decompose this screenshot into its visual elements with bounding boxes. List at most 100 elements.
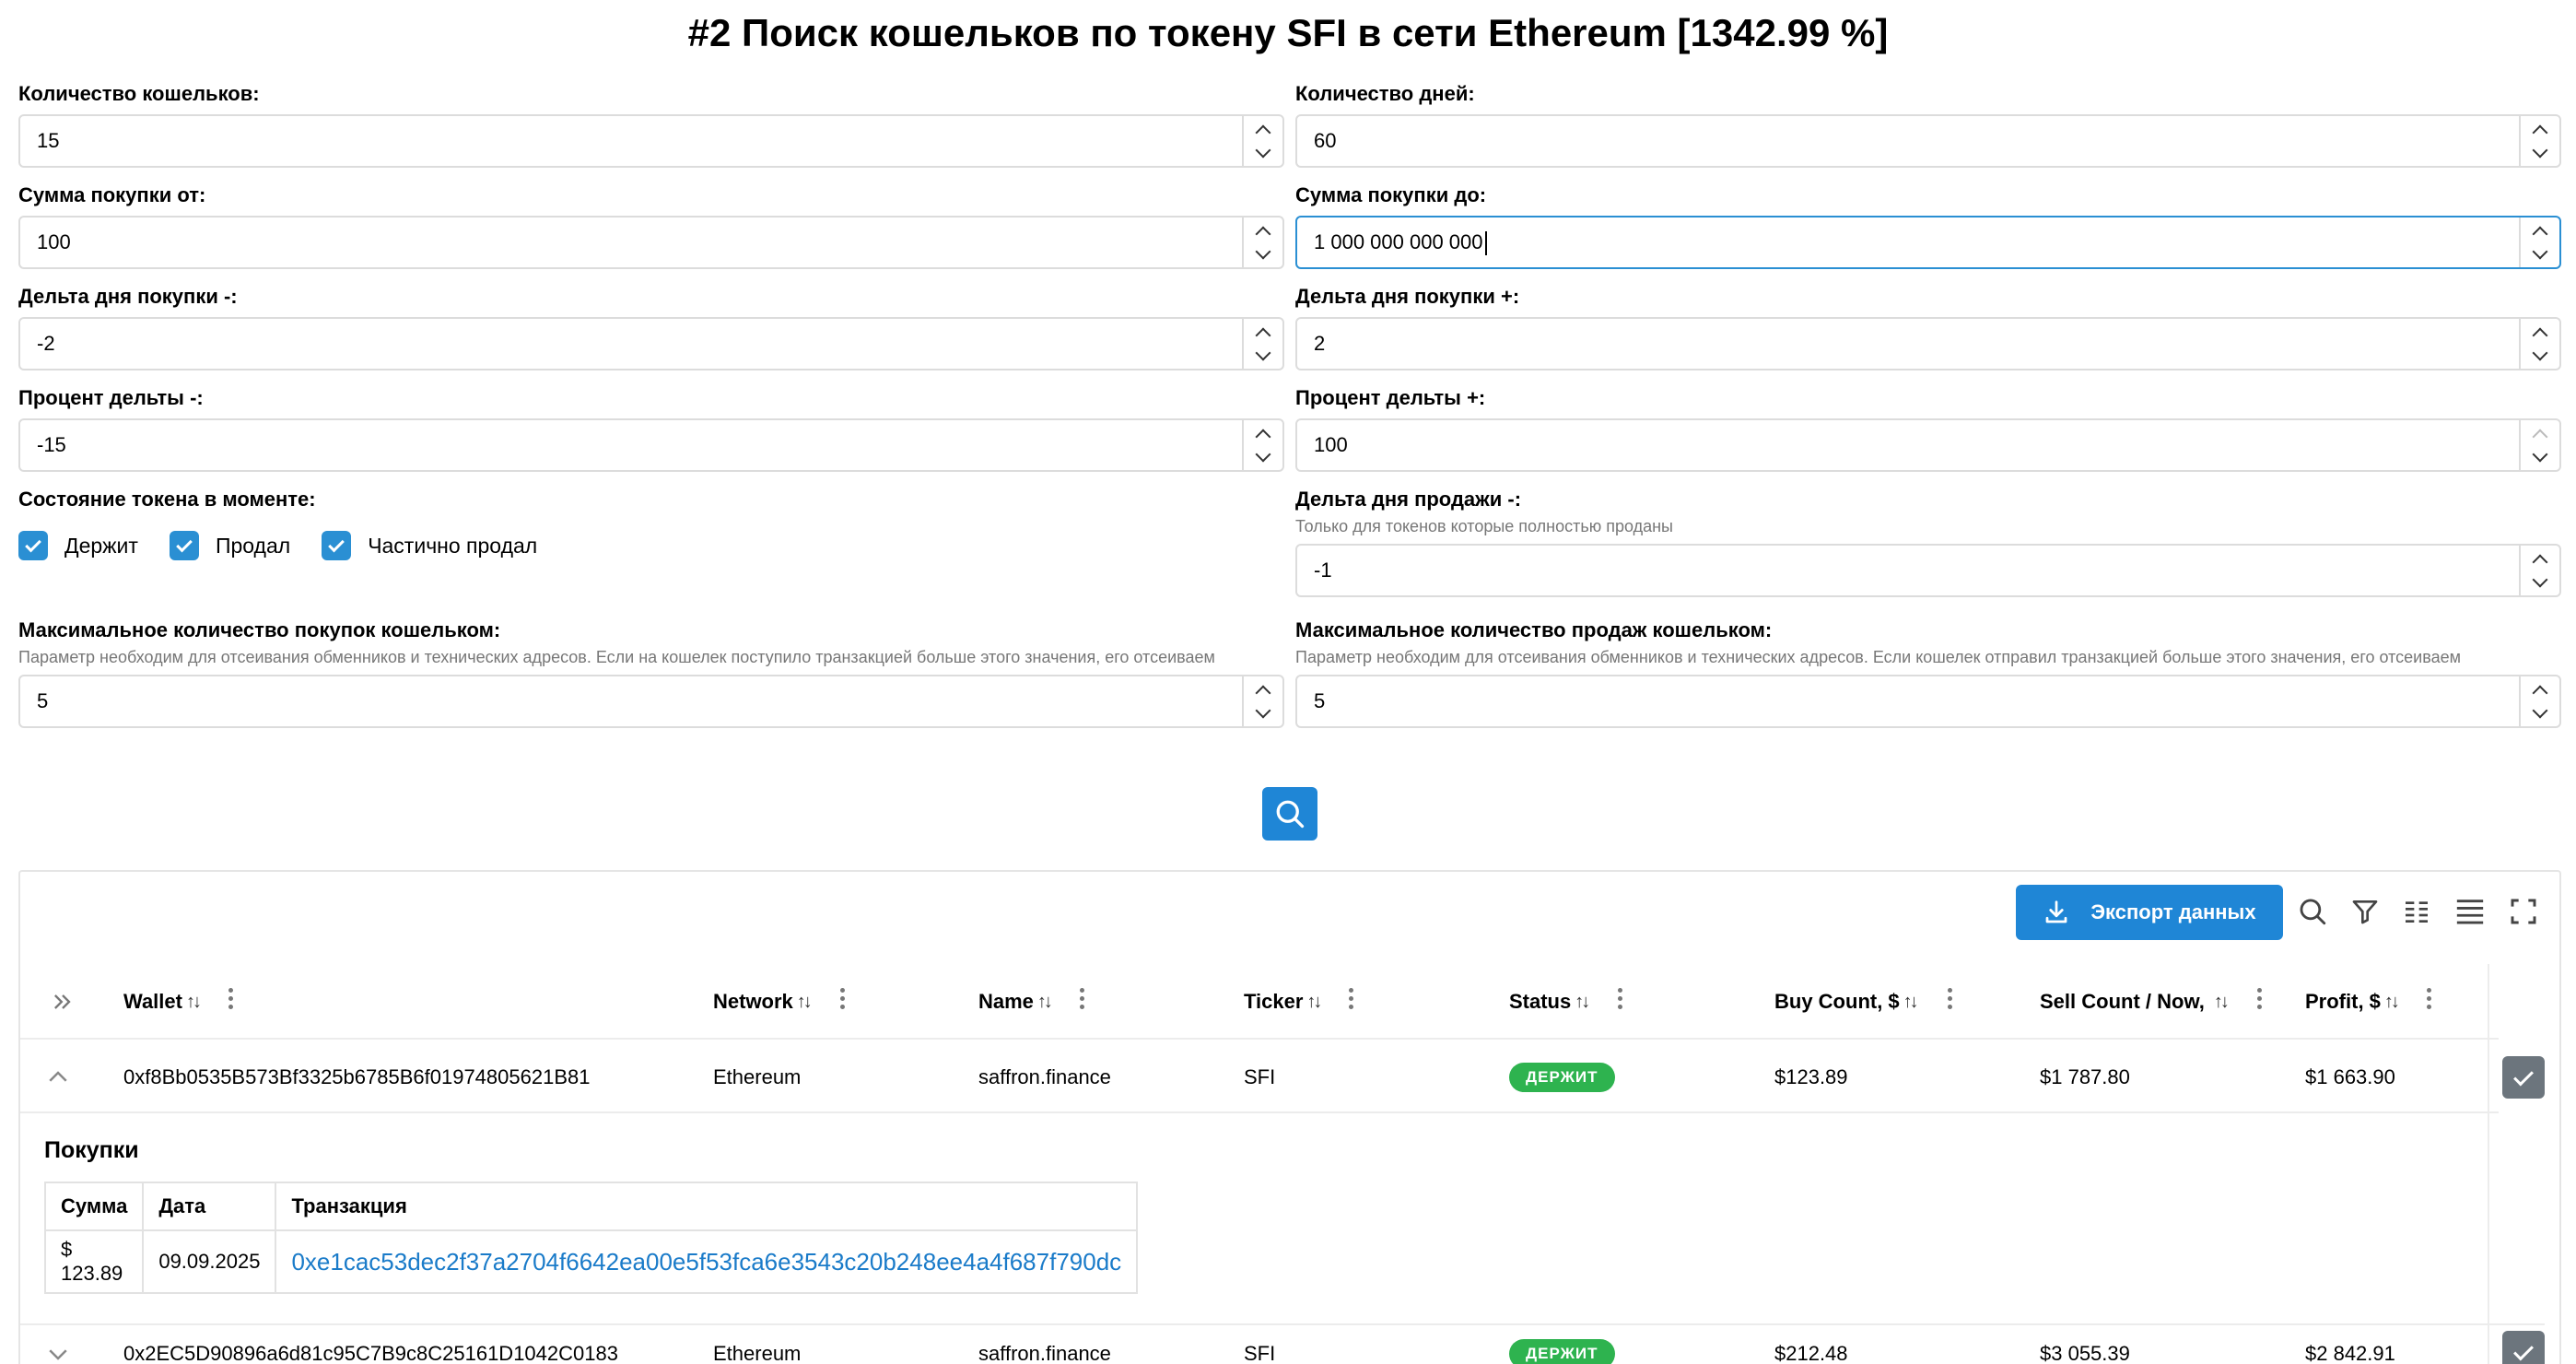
- increment-button[interactable]: [2521, 116, 2559, 141]
- chevron-up-icon: [2532, 554, 2548, 570]
- column-profit[interactable]: Profit, $ ↑↓: [2305, 964, 2400, 1040]
- decrement-button[interactable]: [2521, 242, 2559, 267]
- results-table: Экспорт данных Wallet ↑↓ Network ↑↓ Name ↑↓…: [18, 870, 2561, 1364]
- decrement-button[interactable]: [2521, 570, 2559, 595]
- row-select-checkbox[interactable]: [2502, 1331, 2545, 1364]
- sort-icon[interactable]: ↑↓: [1903, 992, 1919, 1013]
- collapse-row-button[interactable]: [44, 1041, 72, 1113]
- column-menu-icon[interactable]: [840, 988, 845, 1009]
- search-button[interactable]: [1262, 787, 1317, 841]
- expand-all-button[interactable]: [50, 964, 76, 1040]
- sort-icon[interactable]: ↑↓: [797, 992, 813, 1013]
- column-menu-icon[interactable]: [2257, 988, 2262, 1009]
- increment-button[interactable]: [2521, 218, 2559, 242]
- column-menu-icon[interactable]: [1948, 988, 1952, 1009]
- checkbox-sold-box[interactable]: [169, 531, 199, 560]
- sort-icon[interactable]: ↑↓: [1575, 992, 1590, 1013]
- check-icon: [2513, 1065, 2534, 1086]
- fullscreen-button[interactable]: [2504, 892, 2543, 931]
- checkbox-partial[interactable]: Частично продал: [322, 531, 537, 560]
- pct-delta-plus-field: Процент дельты +: 100: [1295, 385, 2561, 472]
- days-count-input[interactable]: 60: [1295, 114, 2561, 168]
- checkbox-hold[interactable]: Держит: [18, 531, 138, 560]
- increment-button[interactable]: [1244, 116, 1282, 141]
- wallet-count-input[interactable]: 15: [18, 114, 1284, 168]
- buy-to-field: Сумма покупки до: 1 000 000 000 000: [1295, 182, 2561, 269]
- buy-from-label: Сумма покупки от:: [18, 183, 206, 206]
- increment-button[interactable]: [1244, 676, 1282, 701]
- decrement-button[interactable]: [2521, 445, 2559, 470]
- decrement-button[interactable]: [1244, 242, 1282, 267]
- column-status-label: Status: [1509, 990, 1572, 1013]
- decrement-button[interactable]: [2521, 701, 2559, 726]
- status-badge: ДЕРЖИТ: [1509, 1063, 1615, 1092]
- column-ticker[interactable]: Ticker ↑↓: [1244, 964, 1322, 1040]
- pct-delta-plus-input[interactable]: 100: [1295, 418, 2561, 472]
- buy-to-value: 1 000 000 000 000: [1314, 230, 1483, 253]
- purchases-col-date: Дата: [142, 1182, 277, 1231]
- increment-button[interactable]: [2521, 676, 2559, 701]
- sort-icon[interactable]: ↑↓: [2384, 992, 2400, 1013]
- network-cell: Ethereum: [713, 1065, 802, 1088]
- decrement-button[interactable]: [1244, 445, 1282, 470]
- max-buys-hint: Параметр необходим для отсеивания обменн…: [18, 648, 1215, 666]
- buy-delta-plus-input[interactable]: 2: [1295, 317, 2561, 370]
- network-cell: Ethereum: [713, 1342, 802, 1364]
- buy-from-value: 100: [37, 230, 71, 253]
- column-sell-count[interactable]: Sell Count / Now, ↑↓: [2040, 964, 2230, 1040]
- column-menu-icon[interactable]: [2427, 988, 2431, 1009]
- column-menu-icon[interactable]: [1349, 988, 1353, 1009]
- increment-button[interactable]: [2521, 546, 2559, 570]
- chevron-down-icon: [2532, 446, 2548, 462]
- sort-icon[interactable]: ↑↓: [2214, 992, 2230, 1013]
- sort-icon[interactable]: ↑↓: [186, 992, 202, 1013]
- increment-button[interactable]: [1244, 218, 1282, 242]
- max-sells-input[interactable]: 5: [1295, 675, 2561, 728]
- density-button[interactable]: [2451, 892, 2489, 931]
- expand-row-button[interactable]: [44, 1318, 72, 1364]
- column-menu-icon[interactable]: [228, 988, 233, 1009]
- max-buys-input[interactable]: 5: [18, 675, 1284, 728]
- table-row[interactable]: 0x2EC5D90896a6d81c95C7B9c8C25161D1042C01…: [20, 1318, 2499, 1364]
- sort-icon[interactable]: ↑↓: [1037, 992, 1053, 1013]
- buy-delta-plus-label: Дельта дня покупки +:: [1295, 285, 1520, 308]
- sell-delta-minus-input[interactable]: -1: [1295, 544, 2561, 597]
- transaction-link[interactable]: 0xe1cac53dec2f37a2704f6642ea00e5f53fca6e…: [291, 1248, 1121, 1276]
- increment-button[interactable]: [2521, 420, 2559, 445]
- sort-icon[interactable]: ↑↓: [1306, 992, 1322, 1013]
- column-buy-count[interactable]: Buy Count, $ ↑↓: [1774, 964, 1919, 1040]
- decrement-button[interactable]: [1244, 701, 1282, 726]
- increment-button[interactable]: [1244, 420, 1282, 445]
- pct-delta-minus-input[interactable]: -15: [18, 418, 1284, 472]
- wallet-count-spinner: [1242, 116, 1282, 166]
- column-wallet[interactable]: Wallet ↑↓: [123, 964, 202, 1040]
- row-select-checkbox[interactable]: [2502, 1056, 2545, 1099]
- increment-button[interactable]: [1244, 319, 1282, 344]
- column-menu-icon[interactable]: [1618, 988, 1622, 1009]
- column-network[interactable]: Network ↑↓: [713, 964, 813, 1040]
- buy-from-input[interactable]: 100: [18, 216, 1284, 269]
- checkbox-partial-box[interactable]: [322, 531, 352, 560]
- table-search-button[interactable]: [2293, 892, 2332, 931]
- chevron-up-icon: [2532, 327, 2548, 343]
- column-menu-icon[interactable]: [1080, 988, 1084, 1009]
- column-status[interactable]: Status ↑↓: [1509, 964, 1590, 1040]
- checkbox-sold[interactable]: Продал: [169, 531, 290, 560]
- table-row[interactable]: 0xf8Bb0535B573Bf3325b6785B6f01974805621B…: [20, 1041, 2499, 1113]
- increment-button[interactable]: [2521, 319, 2559, 344]
- buy-cell: $212.48: [1774, 1342, 1848, 1364]
- export-button[interactable]: Экспорт данных: [2016, 885, 2283, 940]
- buy-to-input[interactable]: 1 000 000 000 000: [1295, 216, 2561, 269]
- name-cell: saffron.finance: [978, 1065, 1111, 1088]
- decrement-button[interactable]: [2521, 344, 2559, 369]
- column-wallet-label: Wallet: [123, 990, 182, 1013]
- buy-delta-minus-input[interactable]: -2: [18, 317, 1284, 370]
- checkbox-hold-box[interactable]: [18, 531, 48, 560]
- column-name[interactable]: Name ↑↓: [978, 964, 1053, 1040]
- decrement-button[interactable]: [2521, 141, 2559, 166]
- decrement-button[interactable]: [1244, 344, 1282, 369]
- chevron-down-icon: [49, 1349, 67, 1360]
- columns-button[interactable]: [2397, 892, 2436, 931]
- decrement-button[interactable]: [1244, 141, 1282, 166]
- filter-button[interactable]: [2346, 892, 2384, 931]
